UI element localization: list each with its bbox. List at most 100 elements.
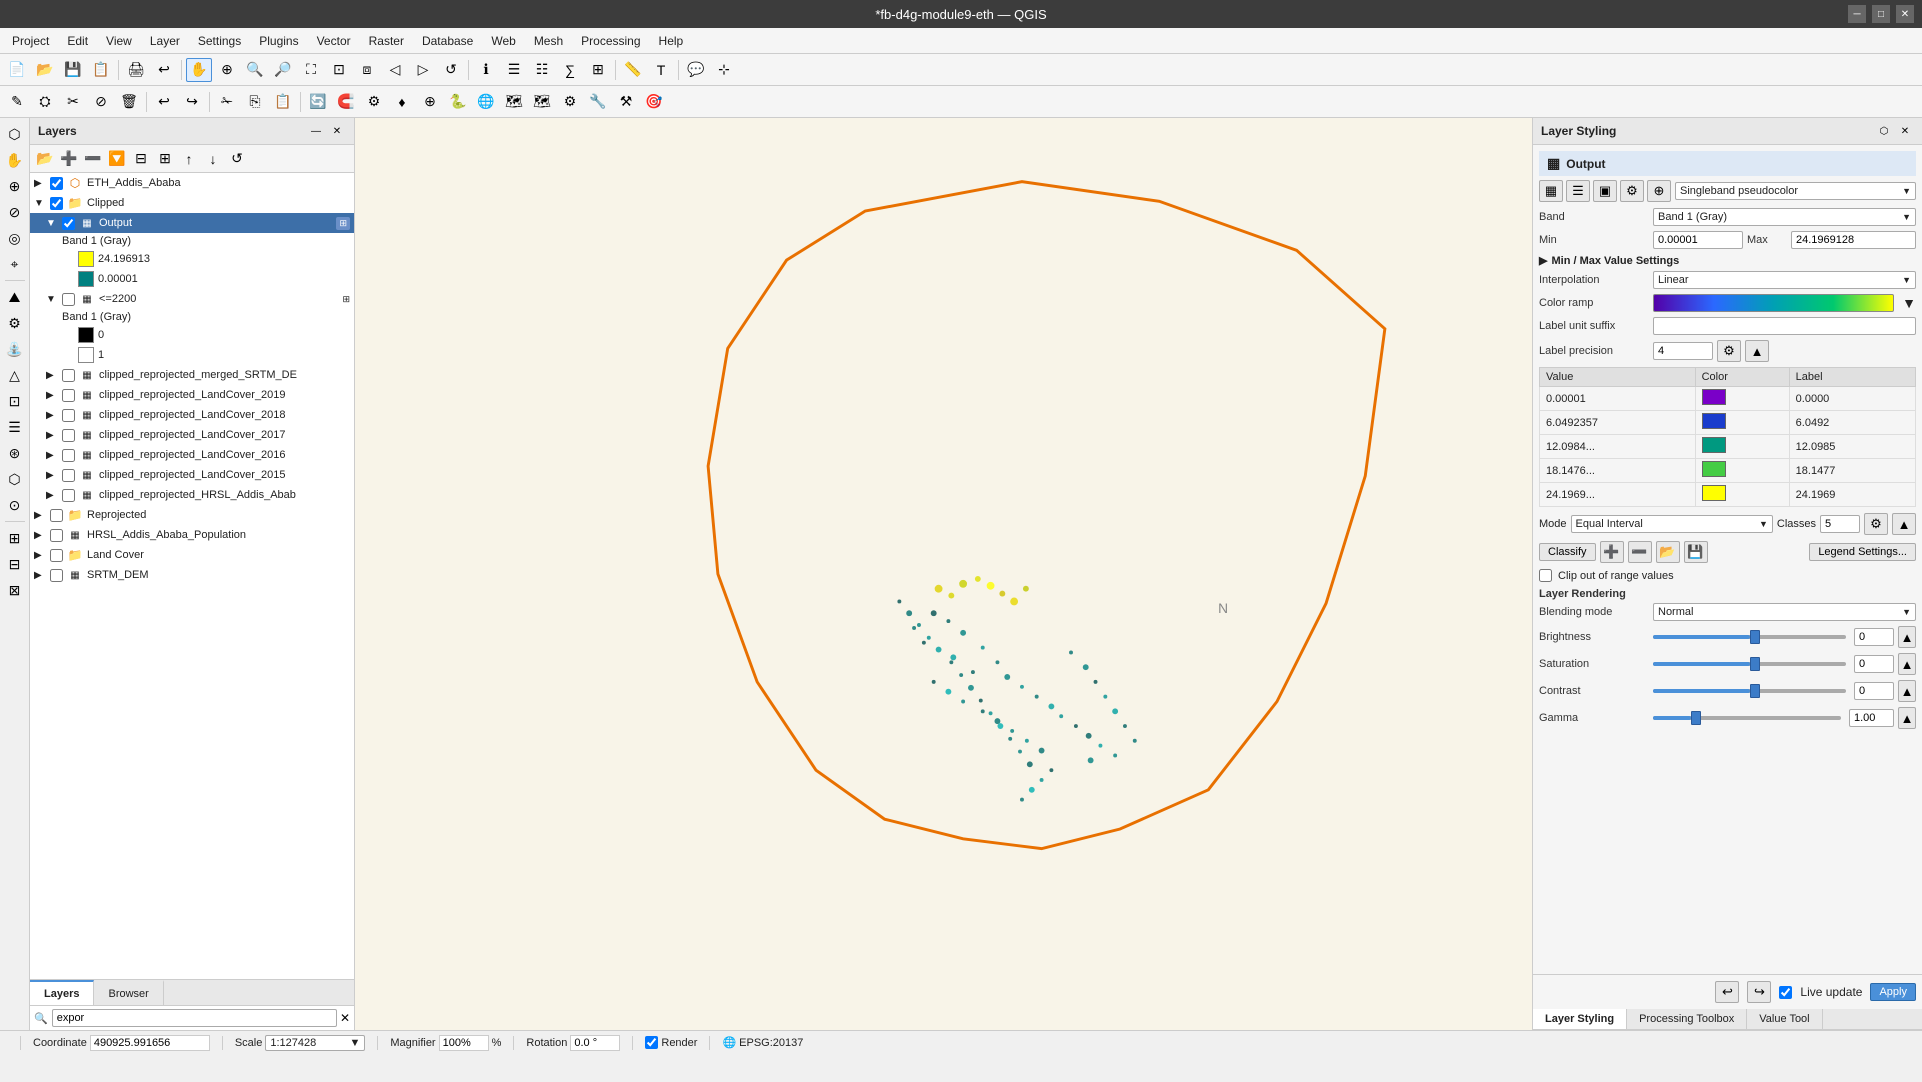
expand-lc2015[interactable]: ▶ — [46, 470, 58, 481]
edit-toggle[interactable]: ✎ — [4, 90, 30, 114]
map-tips-button[interactable]: 💬 — [683, 58, 709, 82]
classes-up[interactable]: ▲ — [1892, 513, 1916, 535]
undo-style-button[interactable]: ↩ — [1715, 981, 1739, 1003]
search-clear-button[interactable]: ✕ — [340, 1011, 350, 1025]
minmax-section-header[interactable]: ▶ Min / Max Value Settings — [1539, 254, 1916, 267]
renderer-icon-5[interactable]: ⊕ — [1647, 180, 1671, 202]
edit3[interactable]: ✂ — [60, 90, 86, 114]
measure-button[interactable]: 📏 — [620, 58, 646, 82]
renderer-icon-1[interactable]: ▦ — [1539, 180, 1563, 202]
redo-style-button[interactable]: ↪ — [1747, 981, 1771, 1003]
precision-gear[interactable]: ⚙ — [1717, 340, 1741, 362]
mode-dropdown[interactable]: Equal Interval ▼ — [1571, 515, 1773, 533]
tab-browser[interactable]: Browser — [94, 980, 163, 1005]
expand-srtm-dem[interactable]: ▶ — [34, 570, 46, 581]
live-update-checkbox[interactable] — [1779, 986, 1792, 999]
collapse-all-button[interactable]: ⊟ — [130, 148, 152, 170]
remove-layer-button[interactable]: ➖ — [82, 148, 104, 170]
blending-dropdown[interactable]: Normal ▼ — [1653, 603, 1916, 621]
digitize10[interactable]: 🌐 — [473, 90, 499, 114]
zoom-prev-button[interactable]: ◁ — [382, 58, 408, 82]
expand-lc2019[interactable]: ▶ — [46, 390, 58, 401]
label-unit-input[interactable] — [1653, 317, 1916, 335]
rp-tab-processing[interactable]: Processing Toolbox — [1627, 1009, 1747, 1029]
cell-color-2[interactable] — [1695, 411, 1789, 435]
digitize6[interactable]: ⚙ — [361, 90, 387, 114]
menu-view[interactable]: View — [98, 32, 140, 50]
left-tb-11[interactable]: ⊡ — [2, 389, 28, 413]
label-precision-input[interactable] — [1653, 342, 1713, 360]
brightness-slider[interactable] — [1653, 629, 1846, 645]
left-tb-9[interactable]: ⛲ — [2, 337, 28, 361]
paste-feature[interactable]: 📋 — [270, 90, 296, 114]
clip-checkbox[interactable] — [1539, 569, 1552, 582]
renderer-icon-3[interactable]: ▣ — [1593, 180, 1617, 202]
min-input[interactable] — [1653, 231, 1743, 249]
magnifier-input[interactable] — [439, 1035, 489, 1051]
zoom-next-button[interactable]: ▷ — [410, 58, 436, 82]
zoom-selection-button[interactable]: ⊡ — [326, 58, 352, 82]
contrast-slider[interactable] — [1653, 683, 1846, 699]
menu-raster[interactable]: Raster — [361, 32, 412, 50]
expand-all-button[interactable]: ⊞ — [154, 148, 176, 170]
layer-item-eth-addis[interactable]: ▶ ⬡ ETH_Addis_Ababa — [30, 173, 354, 193]
rp-tab-value[interactable]: Value Tool — [1747, 1009, 1822, 1029]
output-options-button[interactable]: ⊞ — [336, 217, 350, 230]
cell-color-1[interactable] — [1695, 387, 1789, 411]
interpolation-dropdown[interactable]: Linear ▼ — [1653, 271, 1916, 289]
left-tb-10[interactable]: △ — [2, 363, 28, 387]
cb-lc2016[interactable] — [62, 449, 75, 462]
maximize-button[interactable]: □ — [1872, 5, 1890, 23]
identify-button[interactable]: ℹ — [473, 58, 499, 82]
deselect-button[interactable]: ☷ — [529, 58, 555, 82]
save-project-button[interactable]: 💾 — [60, 58, 86, 82]
table-row[interactable]: 18.1476... 18.1477 — [1540, 459, 1916, 483]
menu-mesh[interactable]: Mesh — [526, 32, 571, 50]
layer-checkbox-lt2200[interactable] — [62, 293, 75, 306]
left-tb-12[interactable]: ☰ — [2, 415, 28, 439]
digitize9[interactable]: 🐍 — [445, 90, 471, 114]
legend-settings-button[interactable]: Legend Settings... — [1809, 543, 1916, 561]
table-row[interactable]: 12.0984... 12.0985 — [1540, 435, 1916, 459]
brightness-input[interactable] — [1854, 628, 1894, 646]
layer-down-button[interactable]: ↓ — [202, 148, 224, 170]
rp-float-button[interactable]: ⬡ — [1875, 122, 1893, 140]
cb-lc2015[interactable] — [62, 469, 75, 482]
layer-reprojected[interactable]: ▶ 📁 Reprojected — [30, 505, 354, 525]
layer-lc2015[interactable]: ▶ ▦ clipped_reprojected_LandCover_2015 — [30, 465, 354, 485]
left-tb-18[interactable]: ⊠ — [2, 578, 28, 602]
annotation-button[interactable]: T — [648, 58, 674, 82]
digitize8[interactable]: ⊕ — [417, 90, 443, 114]
layer-checkbox-eth-addis[interactable] — [50, 177, 63, 190]
cb-lc2018[interactable] — [62, 409, 75, 422]
digitize11[interactable]: 🗺 — [501, 90, 527, 114]
edit5[interactable]: 🗑 — [116, 90, 142, 114]
cb-reprojected[interactable] — [50, 509, 63, 522]
saturation-up[interactable]: ▲ — [1898, 653, 1916, 675]
rotate-point[interactable]: 🔄 — [305, 90, 331, 114]
lt2200-options[interactable]: ⊞ — [342, 294, 350, 305]
refresh-button[interactable]: ↺ — [438, 58, 464, 82]
expand-clipped[interactable]: ▼ — [34, 198, 46, 209]
contrast-thumb[interactable] — [1750, 684, 1760, 698]
layer-lc2017[interactable]: ▶ ▦ clipped_reprojected_LandCover_2017 — [30, 425, 354, 445]
menu-plugins[interactable]: Plugins — [251, 32, 306, 50]
menu-project[interactable]: Project — [4, 32, 57, 50]
save-as-button[interactable]: 📋 — [88, 58, 114, 82]
apply-button[interactable]: Apply — [1870, 983, 1916, 1001]
layer-up-button[interactable]: ↑ — [178, 148, 200, 170]
left-tb-8[interactable]: ⚙ — [2, 311, 28, 335]
snap-config[interactable]: 🧲 — [333, 90, 359, 114]
save-class-button[interactable]: 💾 — [1684, 541, 1708, 563]
menu-database[interactable]: Database — [414, 32, 481, 50]
window-controls[interactable]: ─ □ ✕ — [1848, 5, 1914, 23]
contrast-up[interactable]: ▲ — [1898, 680, 1916, 702]
menu-vector[interactable]: Vector — [309, 32, 359, 50]
renderer-icon-4[interactable]: ⚙ — [1620, 180, 1644, 202]
cb-srtm-dem[interactable] — [50, 569, 63, 582]
menu-web[interactable]: Web — [483, 32, 523, 50]
layer-srtm-dem[interactable]: ▶ ▦ SRTM_DEM — [30, 565, 354, 585]
cut-feature[interactable]: ✁ — [214, 90, 240, 114]
remove-class-button[interactable]: ➖ — [1628, 541, 1652, 563]
edit4[interactable]: ⊘ — [88, 90, 114, 114]
